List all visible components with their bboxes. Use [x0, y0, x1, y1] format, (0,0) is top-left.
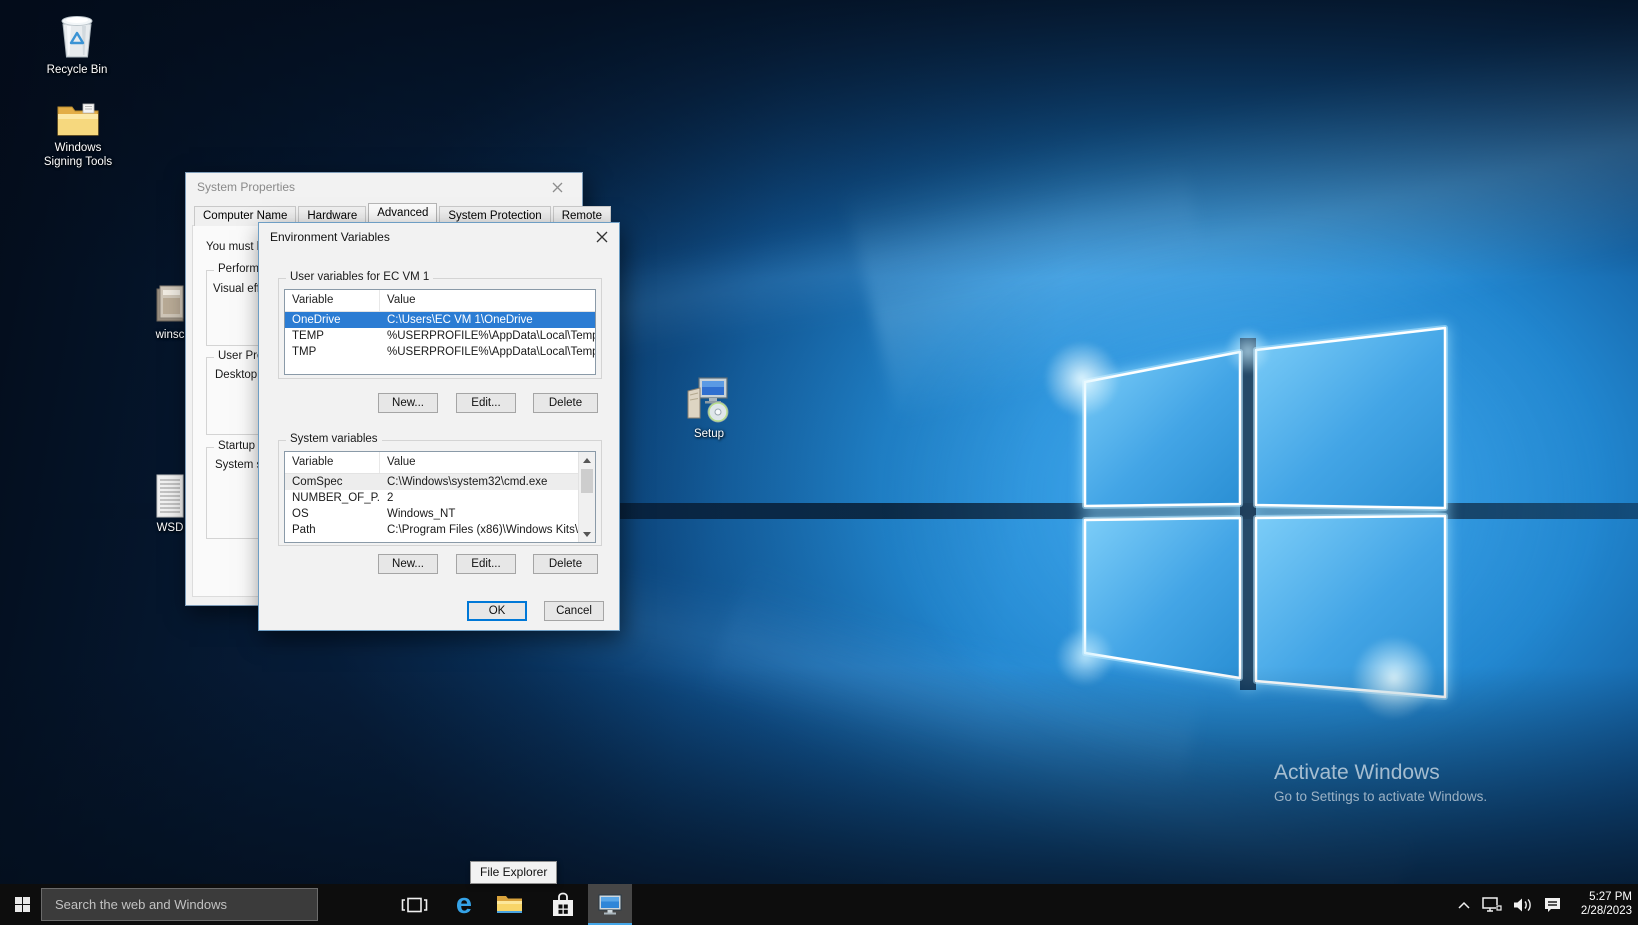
- user-variables-label: User variables for EC VM 1: [286, 271, 433, 283]
- system-properties-title: System Properties: [186, 173, 582, 201]
- cell-value: Windows_NT: [380, 508, 578, 520]
- cell-variable: OneDrive: [285, 314, 380, 326]
- desktop-icon-recycle-bin[interactable]: Recycle Bin: [35, 8, 119, 77]
- list-row[interactable]: OS Windows_NT: [285, 506, 578, 522]
- task-view-icon: [401, 896, 428, 914]
- cell-value: C:\Program Files (x86)\Windows Kits\10..…: [380, 524, 578, 536]
- store-button[interactable]: [545, 884, 581, 925]
- watermark-title: Activate Windows: [1274, 761, 1487, 785]
- cell-variable: Path: [285, 524, 380, 536]
- column-header-variable[interactable]: Variable: [285, 290, 380, 311]
- clock-time: 5:27 PM: [1572, 891, 1632, 905]
- list-row-selected[interactable]: OneDrive C:\Users\EC VM 1\OneDrive: [285, 312, 595, 328]
- wsd-file-icon: [156, 474, 184, 518]
- watermark-subtitle: Go to Settings to activate Windows.: [1274, 789, 1487, 804]
- volume-icon[interactable]: [1513, 897, 1533, 913]
- cell-variable: ComSpec: [285, 476, 380, 488]
- search-input[interactable]: Search the web and Windows: [41, 888, 318, 921]
- cell-value: %USERPROFILE%\AppData\Local\Temp: [380, 346, 595, 358]
- cell-value: C:\Windows\system32\cmd.exe: [380, 476, 578, 488]
- list-row[interactable]: TMP %USERPROFILE%\AppData\Local\Temp: [285, 344, 595, 360]
- network-icon[interactable]: [1481, 896, 1503, 914]
- column-header-variable[interactable]: Variable: [285, 452, 380, 473]
- start-button[interactable]: [0, 884, 45, 925]
- desktop-icon-windows-signing-tools[interactable]: Windows Signing Tools: [35, 100, 121, 169]
- list-row[interactable]: ComSpec C:\Windows\system32\cmd.exe: [285, 474, 578, 490]
- winsc-app-icon: [151, 283, 189, 325]
- system-window-button-active[interactable]: [588, 884, 632, 925]
- edge-browser-button[interactable]: e: [446, 884, 482, 925]
- user-variables-list[interactable]: Variable Value OneDrive C:\Users\EC VM 1…: [284, 289, 596, 375]
- clock-date: 2/28/2023: [1572, 905, 1632, 919]
- task-view-button[interactable]: [396, 884, 432, 925]
- desktop-icon-label: winsc: [156, 328, 185, 342]
- admin-notice-text: You must b: [206, 241, 263, 253]
- cell-value: C:\Users\EC VM 1\OneDrive: [380, 314, 595, 326]
- action-center-icon[interactable]: [1543, 896, 1562, 914]
- close-icon[interactable]: [585, 224, 619, 250]
- cell-variable: TMP: [285, 346, 380, 358]
- desktop-icon-label: Recycle Bin: [47, 63, 108, 77]
- store-icon: [551, 892, 575, 918]
- clock[interactable]: 5:27 PM 2/28/2023: [1572, 891, 1632, 918]
- ok-button[interactable]: OK: [467, 601, 527, 621]
- desktop-icon-label: WSD: [157, 521, 184, 535]
- file-explorer-button[interactable]: [491, 884, 527, 925]
- system-variables-label: System variables: [286, 433, 382, 445]
- user-edit-button[interactable]: Edit...: [456, 393, 516, 413]
- file-explorer-tooltip: File Explorer: [470, 861, 557, 884]
- desktop-icon-label: Setup: [694, 427, 724, 441]
- cancel-button[interactable]: Cancel: [544, 601, 604, 621]
- edge-icon: e: [456, 890, 472, 919]
- column-header-value[interactable]: Value: [380, 290, 595, 311]
- list-header: Variable Value: [285, 290, 595, 312]
- activate-windows-watermark: Activate Windows Go to Settings to activ…: [1274, 761, 1487, 804]
- environment-variables-title: Environment Variables: [259, 223, 619, 251]
- column-header-value[interactable]: Value: [380, 452, 578, 473]
- chevron-up-icon[interactable]: [1457, 900, 1471, 910]
- list-row[interactable]: Path C:\Program Files (x86)\Windows Kits…: [285, 522, 578, 538]
- system-tray: 5:27 PM 2/28/2023: [1457, 884, 1632, 925]
- taskbar: Search the web and Windows e: [0, 884, 1638, 925]
- user-new-button[interactable]: New...: [378, 393, 438, 413]
- cell-variable: NUMBER_OF_P...: [285, 492, 380, 504]
- file-explorer-icon: [496, 894, 523, 915]
- cell-value: %USERPROFILE%\AppData\Local\Temp: [380, 330, 595, 342]
- list-row[interactable]: NUMBER_OF_P... 2: [285, 490, 578, 506]
- recycle-bin-icon: [54, 8, 100, 60]
- windows-start-icon: [15, 897, 31, 913]
- desktop-icon-label: Windows Signing Tools: [35, 141, 121, 169]
- scroll-thumb[interactable]: [581, 469, 593, 493]
- system-edit-button[interactable]: Edit...: [456, 554, 516, 574]
- scroll-down-icon[interactable]: [579, 526, 595, 542]
- user-delete-button[interactable]: Delete: [533, 393, 598, 413]
- folder-icon: [56, 100, 100, 138]
- scroll-up-icon[interactable]: [579, 452, 595, 468]
- setup-installer-icon: [685, 374, 733, 424]
- list-row[interactable]: TEMP %USERPROFILE%\AppData\Local\Temp: [285, 328, 595, 344]
- desktop-icon-setup[interactable]: Setup: [667, 374, 751, 441]
- search-placeholder: Search the web and Windows: [42, 897, 227, 912]
- cell-value: 2: [380, 492, 578, 504]
- close-icon[interactable]: [540, 174, 574, 200]
- cell-variable: OS: [285, 508, 380, 520]
- desktop: Recycle Bin Windows Signing Tools winsc: [0, 0, 1638, 925]
- scrollbar[interactable]: [578, 452, 595, 542]
- environment-variables-dialog: Environment Variables User variables for…: [258, 222, 620, 631]
- cell-variable: TEMP: [285, 330, 380, 342]
- system-variables-list[interactable]: Variable Value ComSpec C:\Windows\system…: [284, 451, 596, 543]
- list-header: Variable Value: [285, 452, 578, 474]
- system-delete-button[interactable]: Delete: [533, 554, 598, 574]
- system-new-button[interactable]: New...: [378, 554, 438, 574]
- system-monitor-icon: [596, 893, 624, 917]
